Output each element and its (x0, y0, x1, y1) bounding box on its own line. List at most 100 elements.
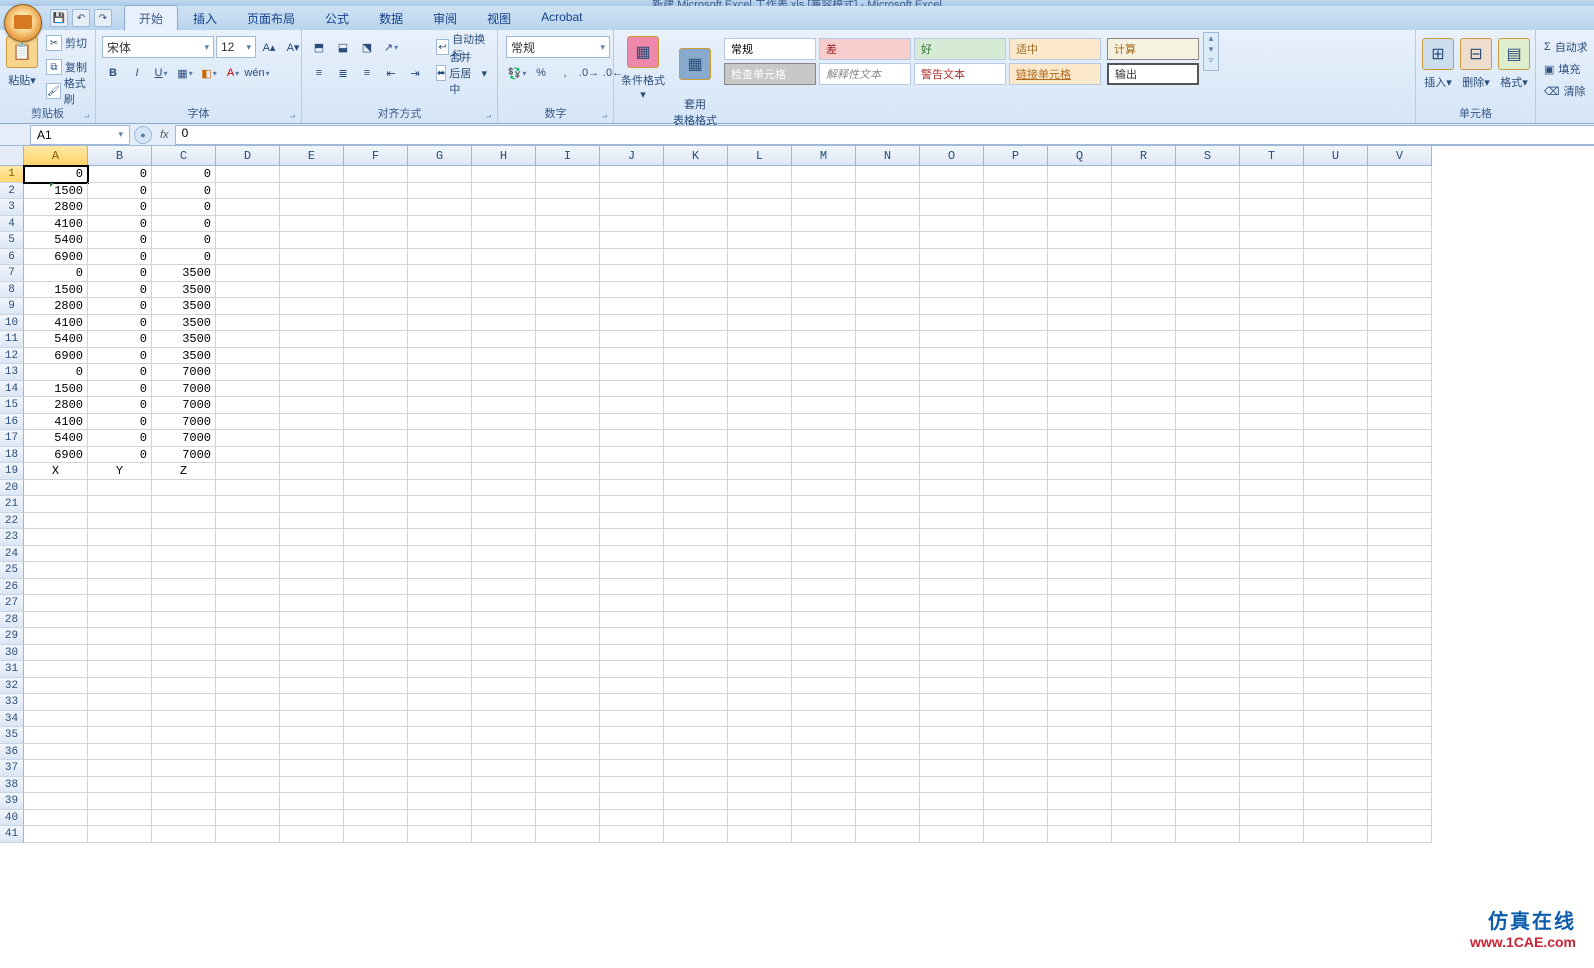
cell-T1[interactable] (1240, 166, 1304, 183)
cell-K40[interactable] (664, 810, 728, 827)
cell-V4[interactable] (1368, 216, 1432, 233)
cell-S32[interactable] (1176, 678, 1240, 695)
cell-O41[interactable] (920, 826, 984, 843)
cell-T4[interactable] (1240, 216, 1304, 233)
cell-S16[interactable] (1176, 414, 1240, 431)
cell-F4[interactable] (344, 216, 408, 233)
cell-F20[interactable] (344, 480, 408, 497)
align-center-icon[interactable]: ≣ (332, 62, 354, 84)
cell-C5[interactable]: 0 (152, 232, 216, 249)
cell-O26[interactable] (920, 579, 984, 596)
cell-T12[interactable] (1240, 348, 1304, 365)
cell-Q8[interactable] (1048, 282, 1112, 299)
cell-T27[interactable] (1240, 595, 1304, 612)
cell-B31[interactable] (88, 661, 152, 678)
cell-V3[interactable] (1368, 199, 1432, 216)
cell-U30[interactable] (1304, 645, 1368, 662)
cell-A26[interactable] (24, 579, 88, 596)
cell-Q40[interactable] (1048, 810, 1112, 827)
bold-button[interactable]: B (102, 62, 124, 84)
cell-S14[interactable] (1176, 381, 1240, 398)
cell-T16[interactable] (1240, 414, 1304, 431)
cell-O34[interactable] (920, 711, 984, 728)
cell-I7[interactable] (536, 265, 600, 282)
cell-F2[interactable] (344, 183, 408, 200)
cell-F17[interactable] (344, 430, 408, 447)
cell-S21[interactable] (1176, 496, 1240, 513)
cell-D15[interactable] (216, 397, 280, 414)
cell-K39[interactable] (664, 793, 728, 810)
cell-B38[interactable] (88, 777, 152, 794)
cell-D7[interactable] (216, 265, 280, 282)
cell-J25[interactable] (600, 562, 664, 579)
rowhdr-35[interactable]: 35 (0, 727, 24, 744)
cell-I12[interactable] (536, 348, 600, 365)
cell-I29[interactable] (536, 628, 600, 645)
colhdr-E[interactable]: E (280, 146, 344, 166)
fill-color-button[interactable]: ◧ (198, 62, 220, 84)
cell-D9[interactable] (216, 298, 280, 315)
cell-T26[interactable] (1240, 579, 1304, 596)
cell-T23[interactable] (1240, 529, 1304, 546)
cell-T9[interactable] (1240, 298, 1304, 315)
cell-E8[interactable] (280, 282, 344, 299)
cell-A4[interactable]: 4100 (24, 216, 88, 233)
cell-F7[interactable] (344, 265, 408, 282)
cell-K23[interactable] (664, 529, 728, 546)
cell-J5[interactable] (600, 232, 664, 249)
cell-E22[interactable] (280, 513, 344, 530)
cell-E14[interactable] (280, 381, 344, 398)
cell-I6[interactable] (536, 249, 600, 266)
cell-U1[interactable] (1304, 166, 1368, 183)
cell-P2[interactable] (984, 183, 1048, 200)
cell-L34[interactable] (728, 711, 792, 728)
cell-G38[interactable] (408, 777, 472, 794)
align-middle-icon[interactable]: ⬓ (332, 36, 354, 58)
cell-A23[interactable] (24, 529, 88, 546)
cell-P12[interactable] (984, 348, 1048, 365)
cell-F13[interactable] (344, 364, 408, 381)
cell-G40[interactable] (408, 810, 472, 827)
cell-A8[interactable]: 1500 (24, 282, 88, 299)
office-button[interactable] (4, 4, 42, 42)
cell-Q2[interactable] (1048, 183, 1112, 200)
cell-P17[interactable] (984, 430, 1048, 447)
cell-R6[interactable] (1112, 249, 1176, 266)
cell-I19[interactable] (536, 463, 600, 480)
cell-E35[interactable] (280, 727, 344, 744)
cell-B27[interactable] (88, 595, 152, 612)
cell-G13[interactable] (408, 364, 472, 381)
cell-K8[interactable] (664, 282, 728, 299)
cell-V5[interactable] (1368, 232, 1432, 249)
cell-Q31[interactable] (1048, 661, 1112, 678)
cell-S20[interactable] (1176, 480, 1240, 497)
cell-Q38[interactable] (1048, 777, 1112, 794)
rowhdr-5[interactable]: 5 (0, 232, 24, 249)
cell-Q22[interactable] (1048, 513, 1112, 530)
cell-F21[interactable] (344, 496, 408, 513)
colhdr-A[interactable]: A (24, 146, 88, 166)
cell-J13[interactable] (600, 364, 664, 381)
worksheet[interactable]: ABCDEFGHIJKLMNOPQRSTUV 12345678910111213… (0, 146, 1594, 968)
cell-R37[interactable] (1112, 760, 1176, 777)
format-painter-button[interactable]: 🖌格式刷 (42, 80, 91, 102)
cell-Q32[interactable] (1048, 678, 1112, 695)
cell-V28[interactable] (1368, 612, 1432, 629)
cell-O5[interactable] (920, 232, 984, 249)
style-常规[interactable]: 常规 (724, 38, 816, 60)
cell-Q41[interactable] (1048, 826, 1112, 843)
cell-U37[interactable] (1304, 760, 1368, 777)
cell-N32[interactable] (856, 678, 920, 695)
cell-B37[interactable] (88, 760, 152, 777)
cell-D18[interactable] (216, 447, 280, 464)
cell-Q30[interactable] (1048, 645, 1112, 662)
cell-H3[interactable] (472, 199, 536, 216)
cell-F24[interactable] (344, 546, 408, 563)
cell-P30[interactable] (984, 645, 1048, 662)
cell-R30[interactable] (1112, 645, 1176, 662)
cell-G4[interactable] (408, 216, 472, 233)
cell-Q4[interactable] (1048, 216, 1112, 233)
name-box[interactable]: A1▾ (30, 125, 130, 145)
cell-P40[interactable] (984, 810, 1048, 827)
align-bottom-icon[interactable]: ⬔ (356, 36, 378, 58)
